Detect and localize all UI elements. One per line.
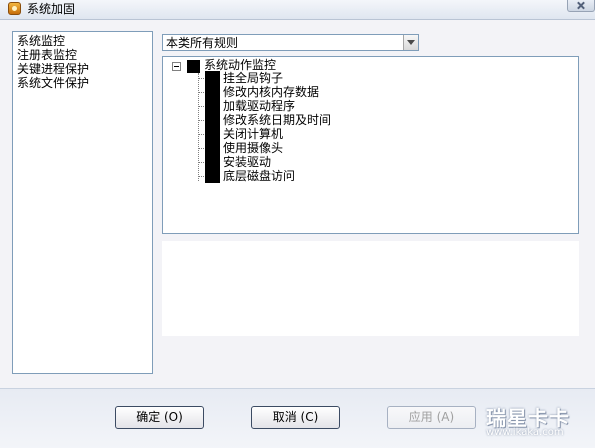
rule-filter-dropdown[interactable]: 本类所有规则 (162, 34, 419, 51)
tree-item-label[interactable]: 安装驱动 (223, 155, 271, 169)
tree-item[interactable]: 使用摄像头 (198, 141, 398, 155)
rule-checkbox[interactable] (205, 85, 220, 99)
rule-checkbox[interactable] (205, 71, 220, 85)
watermark-url: www.ikaka.com (486, 427, 564, 438)
tree-item[interactable]: 关闭计算机 (198, 127, 398, 141)
tree-root-label[interactable]: 系统动作监控 (204, 58, 276, 72)
tree-item[interactable]: 安装驱动 (198, 155, 398, 169)
system-hardening-dialog: 系统加固 系统监控 注册表监控 关键进程保护 系统文件保护 本类所有规则 系统动… (0, 0, 595, 448)
tree-item-label[interactable]: 使用摄像头 (223, 141, 283, 155)
category-item-process-protection[interactable]: 关键进程保护 (17, 62, 148, 76)
chevron-down-icon[interactable] (403, 35, 418, 50)
rule-checkbox[interactable] (205, 99, 220, 113)
tree-item-label[interactable]: 底层磁盘访问 (223, 169, 295, 183)
tree-item-label[interactable]: 修改内核内存数据 (223, 85, 319, 99)
tree-item-label[interactable]: 修改系统日期及时间 (223, 113, 331, 127)
apply-button[interactable]: 应用 (A) (387, 406, 476, 429)
rule-checkbox[interactable] (205, 127, 220, 141)
rule-checkbox[interactable] (205, 155, 220, 169)
rule-checkbox[interactable] (205, 169, 220, 183)
window-title: 系统加固 (27, 2, 76, 16)
tree-item[interactable]: 挂全局钩子 (198, 71, 398, 85)
rule-checkbox[interactable] (205, 113, 220, 127)
rule-description-panel (162, 241, 579, 336)
rule-filter-value: 本类所有规则 (166, 36, 239, 50)
category-item-system-monitor[interactable]: 系统监控 (17, 34, 148, 48)
app-shield-icon (8, 2, 21, 15)
close-button[interactable] (567, 0, 595, 12)
tree-item[interactable]: 修改内核内存数据 (198, 85, 398, 99)
cancel-button[interactable]: 取消 (C) (251, 406, 340, 429)
tree-item[interactable]: 底层磁盘访问 (198, 169, 398, 183)
category-list[interactable]: 系统监控 注册表监控 关键进程保护 系统文件保护 (12, 31, 153, 374)
title-bar: 系统加固 (0, 0, 595, 20)
category-item-registry-monitor[interactable]: 注册表监控 (17, 48, 148, 62)
ok-button[interactable]: 确定 (O) (115, 406, 204, 429)
rule-checkbox[interactable] (205, 141, 220, 155)
tree-item-label[interactable]: 关闭计算机 (223, 127, 283, 141)
tree-item[interactable]: 加载驱动程序 (198, 99, 398, 113)
category-item-file-protection[interactable]: 系统文件保护 (17, 76, 148, 90)
tree-item-label[interactable]: 加载驱动程序 (223, 99, 295, 113)
tree-item-label[interactable]: 挂全局钩子 (223, 71, 283, 85)
tree-item[interactable]: 修改系统日期及时间 (198, 113, 398, 127)
watermark-logo: 瑞星卡卡 www.ikaka.com (470, 398, 595, 448)
collapse-icon[interactable] (172, 62, 181, 71)
rule-tree[interactable]: 系统动作监控 挂全局钩子 修改内核内存数据 加载驱动程序 修改系统日期及时间 关… (162, 56, 579, 234)
